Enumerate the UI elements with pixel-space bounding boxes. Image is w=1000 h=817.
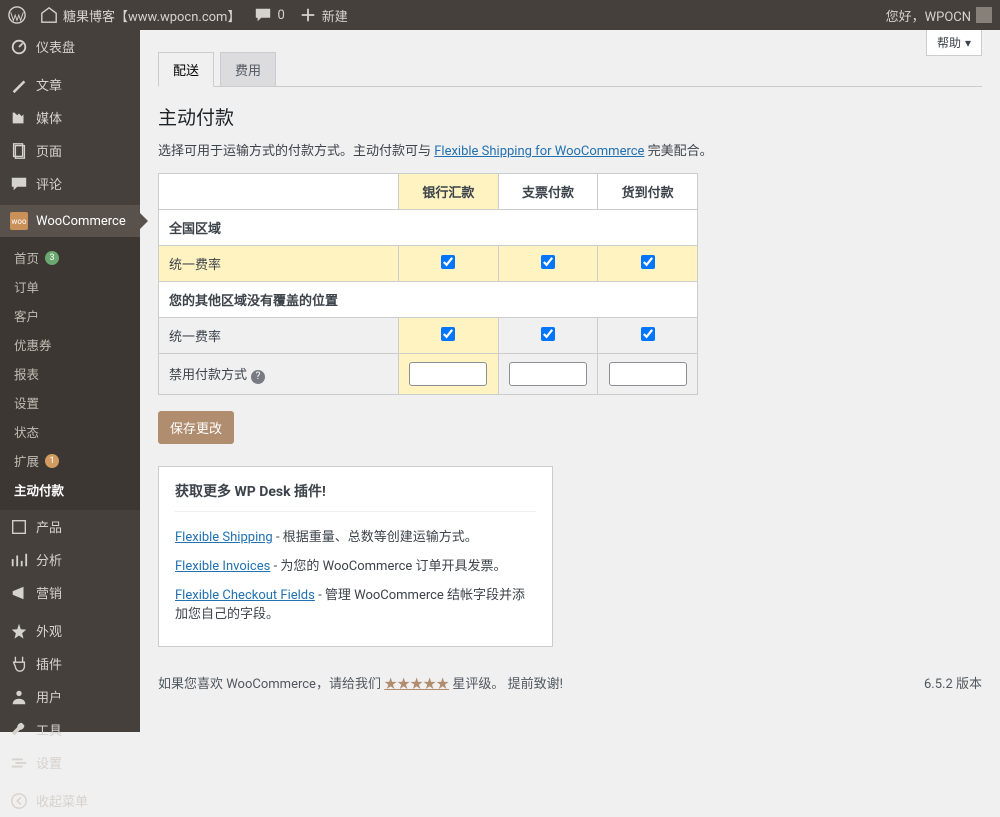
menu-wpsettings[interactable]: 设置: [0, 746, 140, 779]
help-icon[interactable]: ?: [251, 370, 265, 384]
col-cheque: 支票付款: [498, 174, 598, 210]
save-button[interactable]: 保存更改: [158, 411, 234, 444]
section-national: 全国区域: [159, 210, 698, 246]
submenu-status[interactable]: 状态: [0, 417, 140, 446]
input-disable-cod[interactable]: [609, 362, 687, 386]
submenu-customers[interactable]: 客户: [0, 301, 140, 330]
nav-tabs: 配送 费用: [158, 52, 982, 87]
row-flatrate2: 统一费率: [159, 318, 399, 354]
menu-analytics[interactable]: 分析: [0, 543, 140, 576]
page-heading: 主动付款: [158, 103, 982, 130]
help-tab[interactable]: 帮助▾: [926, 30, 982, 56]
tab-fees[interactable]: 费用: [220, 52, 276, 86]
comments-link[interactable]: 0: [254, 6, 284, 24]
tab-shipping[interactable]: 配送: [158, 52, 214, 87]
greeting[interactable]: 您好，WPOCN: [886, 6, 992, 25]
menu-collapse[interactable]: 收起菜单: [0, 784, 140, 817]
promo-link-1[interactable]: Flexible Shipping: [175, 530, 273, 545]
comments-count: 0: [277, 8, 284, 23]
menu-appearance[interactable]: 外观: [0, 614, 140, 647]
site-link[interactable]: 糖果博客【www.wpocn.com】: [40, 6, 240, 25]
col-cod: 货到付款: [598, 174, 698, 210]
avatar: [976, 7, 992, 23]
col-bank: 银行汇款: [399, 174, 499, 210]
cb-flat2-bank[interactable]: [441, 327, 455, 341]
menu-users[interactable]: 用户: [0, 680, 140, 713]
promo-box: 获取更多 WP Desk 插件! Flexible Shipping - 根据重…: [158, 466, 553, 647]
payment-table: 银行汇款 支票付款 货到付款 全国区域 统一费率 您的其他区域没有覆盖的位置 统…: [158, 173, 698, 395]
menu-woocommerce[interactable]: wooWooCommerce: [0, 205, 140, 237]
promo-heading: 获取更多 WP Desk 插件!: [175, 481, 536, 512]
promo-link-2[interactable]: Flexible Invoices: [175, 559, 270, 574]
cb-flat1-cheque[interactable]: [541, 255, 555, 269]
submenu-home[interactable]: 首页3: [0, 243, 140, 272]
cb-flat1-bank[interactable]: [441, 255, 455, 269]
row-flatrate1: 统一费率: [159, 246, 399, 282]
wp-logo[interactable]: [8, 6, 26, 24]
menu-posts[interactable]: 文章: [0, 68, 140, 101]
menu-products[interactable]: 产品: [0, 510, 140, 543]
input-disable-cheque[interactable]: [509, 362, 587, 386]
version: 6.5.2 版本: [924, 673, 982, 692]
submenu-coupons[interactable]: 优惠券: [0, 330, 140, 359]
promo-link-3[interactable]: Flexible Checkout Fields: [175, 588, 315, 603]
woo-icon: woo: [10, 212, 28, 230]
cb-flat2-cheque[interactable]: [541, 327, 555, 341]
menu-comments[interactable]: 评论: [0, 167, 140, 200]
footer: 如果您喜欢 WooCommerce，请给我们 ★★★★★ 星评级。 提前致谢! …: [158, 673, 982, 704]
cb-flat2-cod[interactable]: [641, 327, 655, 341]
menu-media[interactable]: 媒体: [0, 101, 140, 134]
site-title: 糖果博客【www.wpocn.com】: [63, 6, 240, 25]
menu-plugins[interactable]: 插件: [0, 647, 140, 680]
menu-marketing[interactable]: 营销: [0, 576, 140, 609]
section-other: 您的其他区域没有覆盖的位置: [159, 282, 698, 318]
page-desc: 选择可用于运输方式的付款方式。主动付款可与 Flexible Shipping …: [158, 140, 982, 159]
menu-dashboard[interactable]: 仪表盘: [0, 30, 140, 63]
menu-tools[interactable]: 工具: [0, 713, 140, 746]
submenu-extensions[interactable]: 扩展1: [0, 446, 140, 475]
row-disable: 禁用付款方式?: [159, 354, 399, 395]
submenu-reports[interactable]: 报表: [0, 359, 140, 388]
menu-pages[interactable]: 页面: [0, 134, 140, 167]
flexible-shipping-link[interactable]: Flexible Shipping for WooCommerce: [434, 144, 644, 159]
rating-link[interactable]: ★★★★★: [384, 677, 449, 692]
submenu-woocommerce: 首页3 订单 客户 优惠券 报表 设置 状态 扩展1 主动付款: [0, 237, 140, 510]
admin-sidebar: 仪表盘 文章 媒体 页面 评论 wooWooCommerce 首页3 订单 客户…: [0, 30, 140, 732]
submenu-settings[interactable]: 设置: [0, 388, 140, 417]
new-content[interactable]: 新建: [299, 6, 348, 25]
submenu-orders[interactable]: 订单: [0, 272, 140, 301]
input-disable-bank[interactable]: [409, 362, 487, 386]
cb-flat1-cod[interactable]: [641, 255, 655, 269]
chevron-down-icon: ▾: [965, 36, 971, 50]
submenu-active-payment[interactable]: 主动付款: [0, 475, 140, 504]
